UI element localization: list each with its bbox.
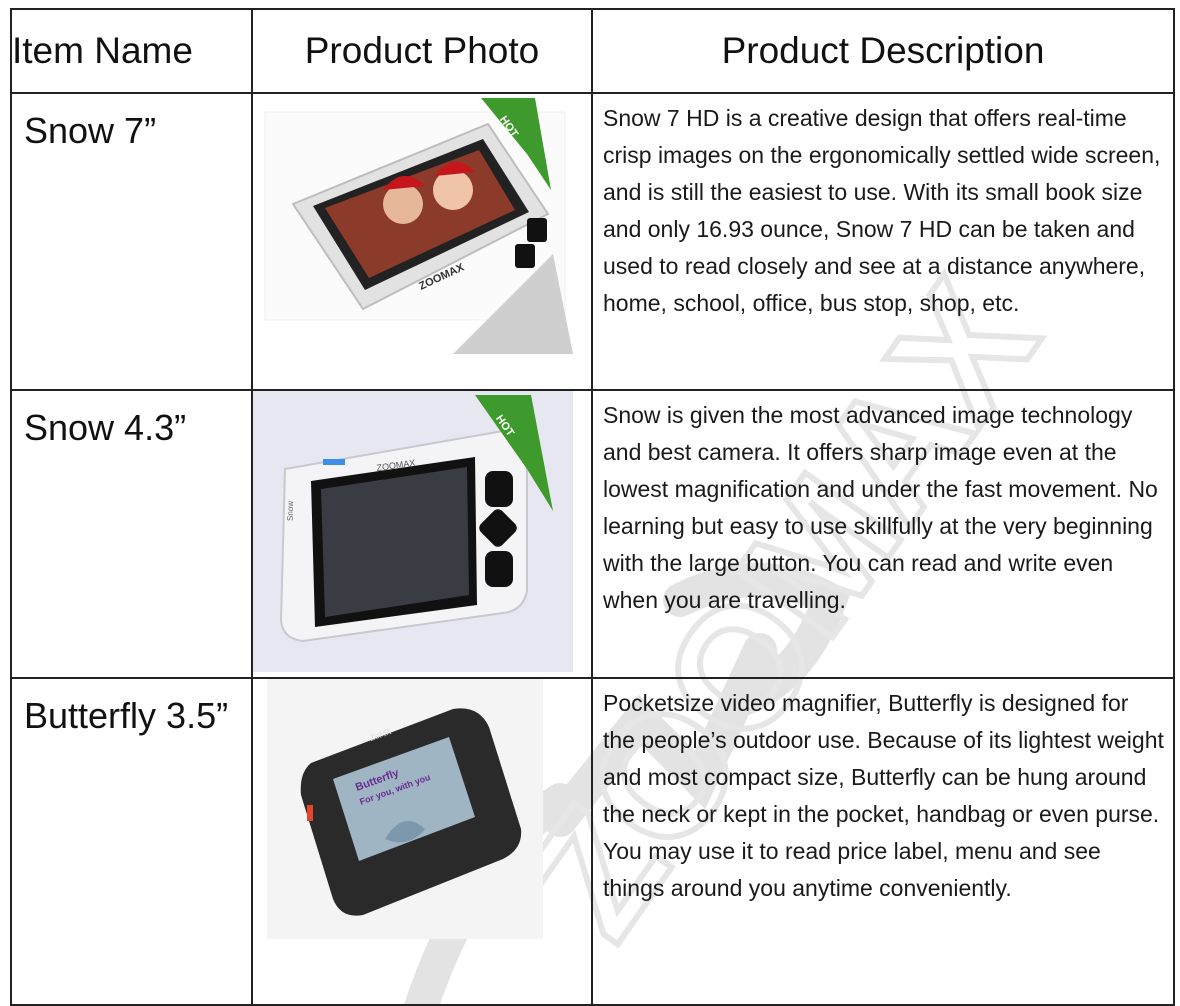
item-name-cell: Butterfly 3.5” — [10, 677, 253, 1006]
header-item-name: Item Name — [10, 8, 253, 94]
description-cell: Snow 7 HD is a creative design that offe… — [591, 92, 1175, 391]
item-name: Butterfly 3.5” — [24, 695, 229, 736]
header-row: Item Name Product Photo Product Descript… — [10, 8, 1175, 94]
product-description: Snow 7 HD is a creative design that offe… — [603, 105, 1161, 316]
item-name: Snow 7” — [24, 110, 157, 151]
product-photo-snow7: ZOOMAX HOT — [253, 94, 591, 389]
photo-cell: Butterfly For you, with you ZoMX — [251, 677, 593, 1006]
snow43-device-image: ZOOMAX Snow HOT — [253, 391, 573, 672]
product-photo-snow43: ZOOMAX Snow HOT — [253, 391, 591, 677]
butterfly-device-image: Butterfly For you, with you ZoMX — [267, 679, 543, 939]
header-product-description: Product Description — [591, 8, 1175, 94]
table-row: Snow 7” ZOOMAX HOT Snow 7 HD is a creati… — [10, 92, 1175, 391]
header-product-photo: Product Photo — [251, 8, 593, 94]
item-name-cell: Snow 7” — [10, 92, 253, 391]
description-cell: Pocketsize video magnifier, Butterfly is… — [591, 677, 1175, 1006]
photo-cell: ZOOMAX HOT — [251, 92, 593, 391]
description-cell: Snow is given the most advanced image te… — [591, 389, 1175, 679]
item-name-cell: Snow 4.3” — [10, 389, 253, 679]
photo-cell: ZOOMAX Snow HOT — [251, 389, 593, 679]
table-row: Butterfly 3.5” Butterfly For you, with y… — [10, 677, 1175, 1006]
item-name: Snow 4.3” — [24, 407, 187, 448]
product-table: Item Name Product Photo Product Descript… — [10, 8, 1175, 1006]
product-description: Pocketsize video magnifier, Butterfly is… — [603, 690, 1164, 901]
product-description: Snow is given the most advanced image te… — [603, 402, 1158, 613]
table-row: Snow 4.3” ZOOMAX Snow HOT Snow is given … — [10, 389, 1175, 679]
snow43-side-label: Snow — [286, 501, 295, 521]
snow7-device-image: ZOOMAX HOT — [264, 98, 573, 354]
product-photo-butterfly: Butterfly For you, with you ZoMX — [253, 679, 591, 1004]
